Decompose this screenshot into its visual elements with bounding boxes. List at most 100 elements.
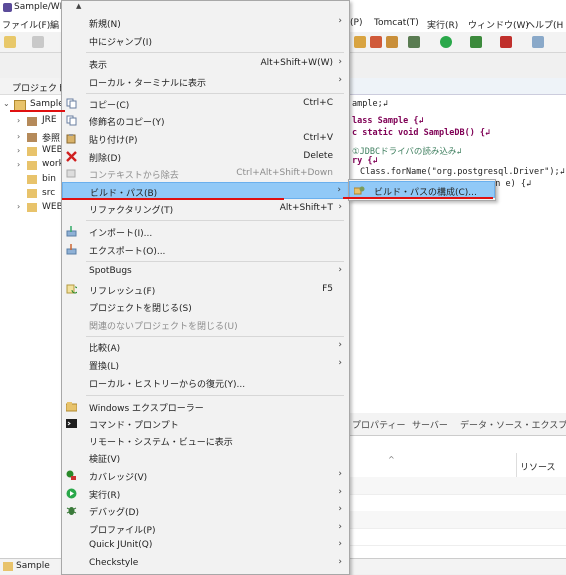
- menu-item-label: エクスポート(O)...: [89, 247, 166, 257]
- menu-help[interactable]: ヘルプ(H: [526, 18, 563, 31]
- external-tools-icon[interactable]: [500, 36, 512, 48]
- menu-item-29[interactable]: 検証(V): [62, 449, 349, 466]
- menu-item-19[interactable]: プロジェクトを閉じる(S): [62, 298, 349, 315]
- menu-item-9[interactable]: 削除(D) Delete: [62, 148, 349, 165]
- tree-item-sample[interactable]: Sample: [30, 99, 64, 109]
- menu-item-4[interactable]: ローカル・ターミナルに表示 ›: [62, 73, 349, 90]
- menu-item-11[interactable]: ビルド・パス(B) ›: [62, 182, 349, 199]
- collapse-arrow-icon[interactable]: ›: [17, 146, 20, 155]
- table-row[interactable]: [348, 511, 566, 529]
- menu-project[interactable]: (P): [350, 18, 362, 28]
- menu-item-shortcut: Ctrl+V: [303, 133, 333, 143]
- scroll-up-icon[interactable]: ▲: [76, 2, 81, 10]
- menu-item-33[interactable]: プロファイル(P) ›: [62, 520, 349, 537]
- menu-item-32[interactable]: デバッグ(D) ›: [62, 502, 349, 519]
- menu-item-14[interactable]: インポート(I)...: [62, 223, 349, 240]
- explorer-icon: [66, 401, 77, 412]
- menu-item-8[interactable]: 貼り付け(P) Ctrl+V: [62, 130, 349, 147]
- menu-item-31[interactable]: 実行(R) ›: [62, 485, 349, 502]
- table-row[interactable]: [348, 528, 566, 546]
- table-row[interactable]: [348, 494, 566, 512]
- menu-item-label: 修飾名のコピー(Y): [89, 118, 165, 128]
- collapse-arrow-icon[interactable]: ›: [17, 132, 20, 141]
- menu-tomcat[interactable]: Tomcat(T): [374, 18, 419, 28]
- menu-item-34[interactable]: Quick JUnit(Q) ›: [62, 537, 349, 554]
- menu-item-label: リフレッシュ(F): [89, 287, 156, 297]
- submenu-arrow-icon: ›: [338, 522, 342, 532]
- tree-item-src[interactable]: src: [42, 188, 55, 198]
- folder-icon: [27, 175, 37, 184]
- tree-item-bin[interactable]: bin: [42, 174, 56, 184]
- menu-item-label: 比較(A): [89, 344, 121, 354]
- collapse-arrow-icon[interactable]: ›: [17, 202, 20, 211]
- buildpath-icon: [354, 185, 365, 196]
- project-explorer-tab[interactable]: プロジェクト・: [0, 78, 75, 95]
- menu-item-23[interactable]: 置換(L) ›: [62, 356, 349, 373]
- column-resource[interactable]: リソース: [520, 460, 556, 473]
- menu-item-12[interactable]: リファクタリング(T) Alt+Shift+T ›: [62, 200, 349, 217]
- menu-item-10[interactable]: コンテキストから除去 Ctrl+Alt+Shift+Down: [62, 165, 349, 182]
- project-folder-icon: [3, 562, 13, 571]
- menu-item-22[interactable]: 比較(A) ›: [62, 338, 349, 355]
- menu-item-20[interactable]: 関連のないプロジェクトを閉じる(U): [62, 316, 349, 333]
- code-line: c static void SampleDB() {↲: [352, 128, 491, 138]
- menu-item-6[interactable]: コピー(C) Ctrl+C: [62, 95, 349, 112]
- folder-icon: [27, 203, 37, 212]
- cmd-icon: [66, 418, 77, 429]
- tab-properties[interactable]: プロパティー: [352, 418, 405, 431]
- menu-item-label: リファクタリング(T): [89, 206, 174, 216]
- open-type-icon[interactable]: [532, 36, 544, 48]
- sort-up-icon[interactable]: ^: [388, 455, 395, 464]
- menu-window[interactable]: ウィンドウ(W): [468, 18, 529, 31]
- submenu-arrow-icon: ›: [338, 265, 342, 275]
- menu-item-35[interactable]: Checkstyle ›: [62, 555, 349, 572]
- run-icon[interactable]: [440, 36, 452, 48]
- menu-item-7[interactable]: 修飾名のコピー(Y): [62, 112, 349, 129]
- menu-item-1[interactable]: 中にジャンプ(I): [62, 32, 349, 49]
- menu-item-26[interactable]: Windows エクスプローラー: [62, 398, 349, 415]
- new-icon[interactable]: [4, 36, 16, 48]
- debug-icon: [66, 505, 77, 516]
- menu-item-label: 関連のないプロジェクトを閉じる(U): [89, 322, 238, 332]
- tomcat-stop-icon[interactable]: [370, 36, 382, 48]
- menu-item-30[interactable]: カバレッジ(V) ›: [62, 467, 349, 484]
- run-icon: [66, 488, 77, 499]
- menu-item-15[interactable]: エクスポート(O)...: [62, 241, 349, 258]
- menu-edit[interactable]: 編: [50, 18, 59, 31]
- library-icon: [27, 117, 37, 126]
- tree-item-web[interactable]: WEB: [42, 145, 63, 155]
- menu-item-label: プロファイル(P): [89, 526, 156, 536]
- library-icon: [27, 133, 37, 142]
- menu-item-label: 貼り付け(P): [89, 136, 138, 146]
- debug-icon[interactable]: [408, 36, 420, 48]
- tab-servers[interactable]: サーバー: [412, 418, 448, 431]
- menu-item-27[interactable]: コマンド・プロンプト: [62, 415, 349, 432]
- collapse-arrow-icon[interactable]: ›: [17, 116, 20, 125]
- menu-item-shortcut: Ctrl+Alt+Shift+Down: [236, 168, 333, 178]
- column-divider[interactable]: [516, 453, 517, 477]
- menu-item-0[interactable]: 新規(N) ›: [62, 14, 349, 31]
- menu-file[interactable]: ファイル(F): [2, 18, 50, 31]
- menu-item-configure-build-path[interactable]: ビルド・パスの構成(C)...: [349, 181, 495, 198]
- expand-arrow-icon[interactable]: ⌄: [3, 99, 10, 108]
- menu-item-label: コピー(C): [89, 101, 130, 111]
- tomcat-start-icon[interactable]: [354, 36, 366, 48]
- coverage-icon[interactable]: [470, 36, 482, 48]
- tree-item-web-2[interactable]: WEB: [42, 202, 63, 212]
- code-line: ample;↲: [352, 99, 388, 109]
- collapse-arrow-icon[interactable]: ›: [17, 160, 20, 169]
- menu-item-label: ローカル・ターミナルに表示: [89, 79, 207, 89]
- menu-item-24[interactable]: ローカル・ヒストリーからの復元(Y)...: [62, 374, 349, 391]
- save-icon[interactable]: [32, 36, 44, 48]
- tomcat-restart-icon[interactable]: [386, 36, 398, 48]
- menu-item-18[interactable]: リフレッシュ(F) F5: [62, 281, 349, 298]
- menu-item-label: 置換(L): [89, 362, 120, 372]
- tree-item-references[interactable]: 参照: [42, 131, 60, 144]
- menu-item-17[interactable]: SpotBugs ›: [62, 263, 349, 280]
- menu-item-28[interactable]: リモート・システム・ビューに表示: [62, 432, 349, 449]
- tree-item-jre[interactable]: JRE: [42, 115, 57, 125]
- tab-data-source-explorer[interactable]: データ・ソース・エクスプロ: [460, 418, 566, 431]
- table-row[interactable]: [348, 477, 566, 495]
- menu-run[interactable]: 実行(R): [427, 18, 458, 31]
- menu-item-3[interactable]: 表示 Alt+Shift+W(W) ›: [62, 55, 349, 72]
